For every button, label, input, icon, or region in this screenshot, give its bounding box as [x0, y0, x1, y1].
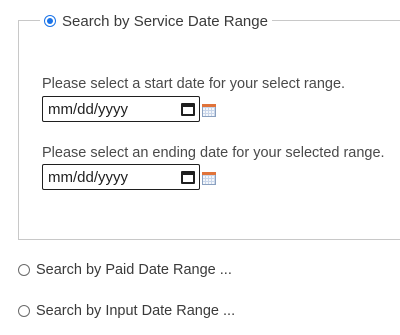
calendar-icon[interactable]	[181, 170, 195, 184]
end-date-input[interactable]: mm/dd/yyyy	[42, 164, 200, 190]
calendar-popup-icon[interactable]	[202, 172, 216, 185]
paid-date-range-label: Search by Paid Date Range ...	[36, 262, 232, 278]
calendar-popup-icon[interactable]	[202, 104, 216, 117]
start-date-placeholder: mm/dd/yyyy	[48, 100, 129, 118]
input-date-range-radio[interactable]	[18, 305, 30, 317]
start-date-prompt: Please select a start date for your sele…	[42, 76, 346, 92]
service-date-range-label: Search by Service Date Range	[62, 12, 268, 30]
date-range-search-panel: Search by Service Date Range Please sele…	[0, 0, 400, 335]
service-date-range-legend[interactable]: Search by Service Date Range	[40, 10, 272, 32]
input-date-range-label: Search by Input Date Range ...	[36, 303, 236, 319]
calendar-icon[interactable]	[181, 102, 195, 116]
end-date-placeholder: mm/dd/yyyy	[48, 168, 129, 186]
input-date-range-option[interactable]: Search by Input Date Range ...	[18, 303, 235, 319]
start-date-input[interactable]: mm/dd/yyyy	[42, 96, 200, 122]
service-date-range-radio[interactable]	[44, 15, 56, 27]
end-date-prompt: Please select an ending date for your se…	[42, 145, 385, 161]
service-date-range-group	[18, 20, 400, 240]
paid-date-range-option[interactable]: Search by Paid Date Range ...	[18, 262, 232, 278]
paid-date-range-radio[interactable]	[18, 264, 30, 276]
